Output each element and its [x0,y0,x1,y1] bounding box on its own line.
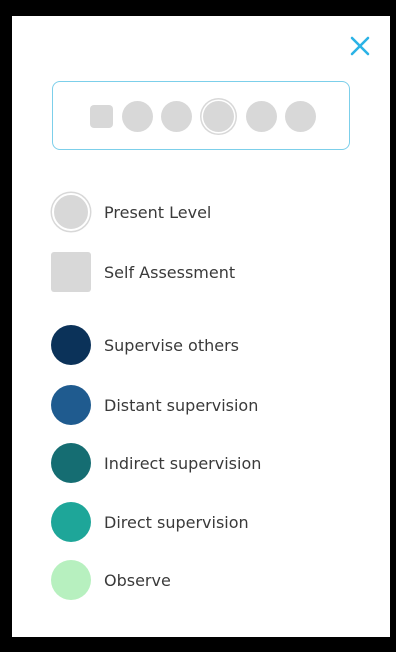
self-assessment-swatch [51,252,91,292]
level-marker-present [203,101,234,132]
indirect-supervision-swatch [51,443,91,483]
level-marker [122,101,153,132]
direct-supervision-label: Direct supervision [104,512,249,532]
present-level-swatch [52,193,90,231]
level-marker [285,101,316,132]
level-marker [161,101,192,132]
self-assessment-label: Self Assessment [104,262,236,282]
supervise-others-label: Supervise others [104,335,240,355]
direct-supervision-swatch [51,502,91,542]
level-marker [90,105,113,128]
level-marker [246,101,277,132]
legend-item-direct-supervision: Direct supervision [51,502,249,542]
levels-legend-panel: Present Level Self Assessment Supervise … [12,16,390,637]
present-level-label: Present Level [104,202,212,222]
supervise-others-swatch [51,325,91,365]
level-indicator-row [53,82,349,149]
legend-item-indirect-supervision: Indirect supervision [51,443,261,483]
observe-label: Observe [104,570,171,590]
distant-supervision-label: Distant supervision [104,395,259,415]
legend-item-supervise-others: Supervise others [51,325,239,365]
legend-item-self-assessment: Self Assessment [51,252,235,292]
legend-item-observe: Observe [51,560,171,600]
level-indicator-box [52,81,350,150]
legend-item-present-level: Present Level [51,192,211,232]
observe-swatch [51,560,91,600]
close-icon [350,36,370,56]
distant-supervision-swatch [51,385,91,425]
indirect-supervision-label: Indirect supervision [104,453,262,473]
close-button[interactable] [348,34,372,58]
legend-item-distant-supervision: Distant supervision [51,385,258,425]
